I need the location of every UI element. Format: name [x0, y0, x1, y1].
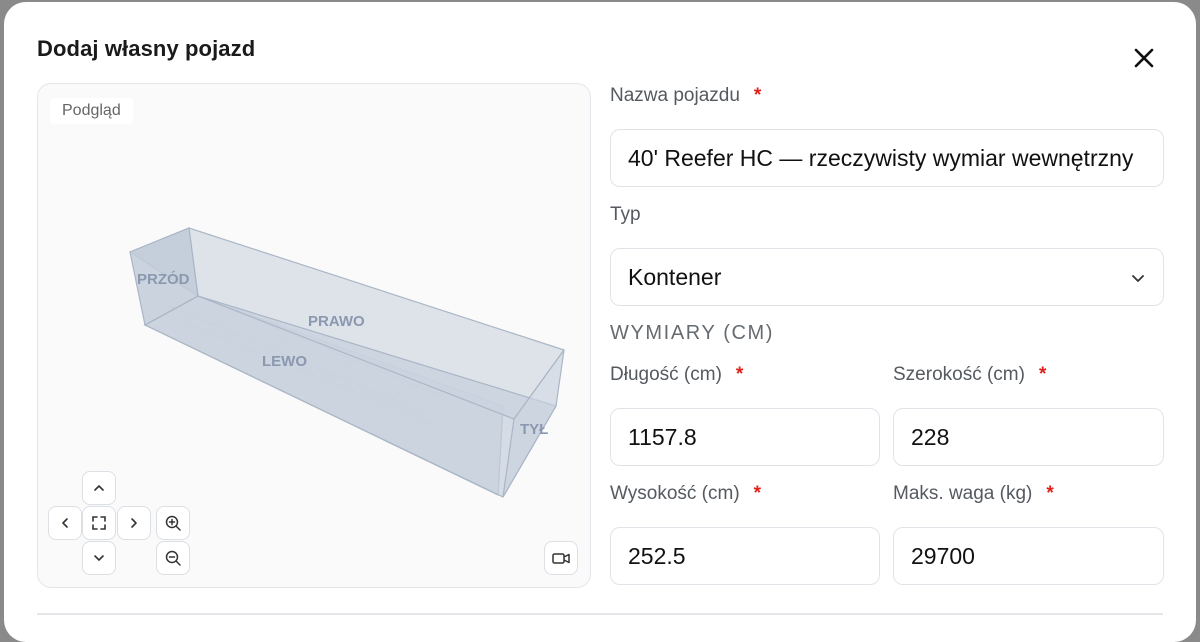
video-camera-icon [552, 553, 570, 564]
required-marker: * [753, 483, 762, 504]
footer-divider [37, 613, 1163, 615]
zoom-out-icon [165, 550, 181, 566]
preview-panel[interactable]: Podgląd PRZÓD PRAWO LEWO TYŁ [37, 83, 591, 588]
pan-up-button[interactable] [82, 471, 116, 505]
zoom-in-icon [165, 515, 181, 531]
dialog-title: Dodaj własny pojazd [37, 36, 256, 61]
vehicle-name-value: 40' Reefer HC — rzeczywisty wymiar wewnę… [628, 144, 1134, 171]
width-input[interactable]: 228 [893, 408, 1164, 466]
height-label: Wysokość (cm) * [610, 483, 762, 504]
pan-down-button[interactable] [82, 541, 116, 575]
camera-view-button[interactable] [544, 541, 578, 575]
max-weight-input[interactable]: 29700 [893, 527, 1164, 585]
height-input[interactable]: 252.5 [610, 527, 880, 585]
zoom-out-button[interactable] [156, 541, 190, 575]
required-marker: * [1046, 483, 1054, 504]
pan-left-button[interactable] [48, 506, 82, 540]
fullscreen-icon [92, 516, 106, 530]
required-marker: * [735, 364, 744, 385]
face-label-right: PRAWO [308, 313, 365, 330]
required-marker: * [1038, 364, 1047, 385]
width-label: Szerokość (cm) * [893, 364, 1047, 385]
type-label: Typ [610, 204, 641, 225]
add-vehicle-dialog: Dodaj własny pojazd Podgląd PRZÓD PRAWO … [4, 2, 1196, 642]
face-label-left: LEWO [262, 353, 307, 370]
length-label: Długość (cm) * [610, 364, 744, 385]
type-select[interactable]: Kontener [610, 248, 1164, 306]
length-input[interactable]: 1157.8 [610, 408, 880, 466]
width-value: 228 [911, 423, 950, 450]
zoom-in-button[interactable] [156, 506, 190, 540]
chevron-down-icon [94, 555, 104, 561]
fit-view-button[interactable] [82, 506, 116, 540]
pan-right-button[interactable] [117, 506, 151, 540]
length-value: 1157.8 [628, 423, 697, 450]
close-button[interactable] [1128, 42, 1160, 74]
vehicle-name-input[interactable]: 40' Reefer HC — rzeczywisty wymiar wewnę… [610, 129, 1164, 187]
required-marker: * [753, 85, 762, 106]
type-select-value: Kontener [628, 263, 722, 290]
chevron-left-icon [62, 518, 68, 528]
height-value: 252.5 [628, 542, 686, 569]
max-weight-value: 29700 [911, 542, 975, 569]
max-weight-label: Maks. waga (kg) * [893, 483, 1054, 504]
face-label-back: TYŁ [520, 421, 548, 438]
chevron-down-icon [1132, 275, 1144, 282]
face-label-front: PRZÓD [137, 270, 190, 288]
chevron-right-icon [131, 518, 137, 528]
vehicle-name-label: Nazwa pojazdu * [610, 85, 762, 106]
dimensions-section-heading: WYMIARY (CM) [610, 322, 775, 344]
chevron-up-icon [94, 485, 104, 491]
close-icon [1134, 48, 1154, 68]
